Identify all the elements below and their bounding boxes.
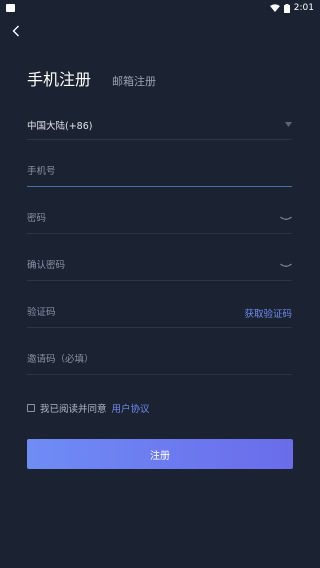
- agreement-row: 我已阅读并同意 用户协议: [27, 401, 150, 415]
- confirm-password-field[interactable]: [27, 251, 292, 281]
- invite-code-field[interactable]: [27, 345, 292, 375]
- confirm-password-input[interactable]: [27, 260, 280, 271]
- get-code-button[interactable]: 获取验证码: [244, 306, 292, 320]
- chevron-left-icon: [12, 25, 19, 37]
- country-select[interactable]: 中国大陆(+86): [27, 110, 292, 140]
- user-agreement-link[interactable]: 用户协议: [112, 401, 150, 415]
- agreement-text: 我已阅读并同意: [40, 404, 107, 415]
- status-time: 2:01: [293, 3, 314, 13]
- verification-code-input[interactable]: [27, 307, 245, 318]
- register-button[interactable]: 注册: [27, 439, 293, 469]
- caret-down-icon: [285, 122, 292, 127]
- invite-code-input[interactable]: [27, 354, 292, 365]
- status-bar: 2:01: [0, 0, 320, 16]
- wifi-icon: [269, 4, 280, 12]
- verification-code-field[interactable]: 获取验证码: [27, 298, 292, 328]
- register-tabs: 手机注册 邮箱注册: [27, 66, 156, 90]
- password-input[interactable]: [27, 213, 280, 224]
- phone-field[interactable]: [27, 157, 292, 187]
- country-value: 中国大陆(+86): [27, 120, 93, 132]
- eye-closed-icon[interactable]: [280, 216, 292, 221]
- password-field[interactable]: [27, 204, 292, 234]
- status-right: 2:01: [269, 3, 314, 13]
- battery-icon: [283, 3, 290, 13]
- tab-email-register[interactable]: 邮箱注册: [112, 73, 156, 89]
- phone-input[interactable]: [27, 166, 292, 177]
- back-button[interactable]: [8, 22, 24, 40]
- eye-closed-icon[interactable]: [280, 263, 292, 268]
- tab-phone-register[interactable]: 手机注册: [27, 66, 91, 90]
- agree-checkbox[interactable]: [27, 404, 35, 412]
- notification-icon: [6, 4, 15, 12]
